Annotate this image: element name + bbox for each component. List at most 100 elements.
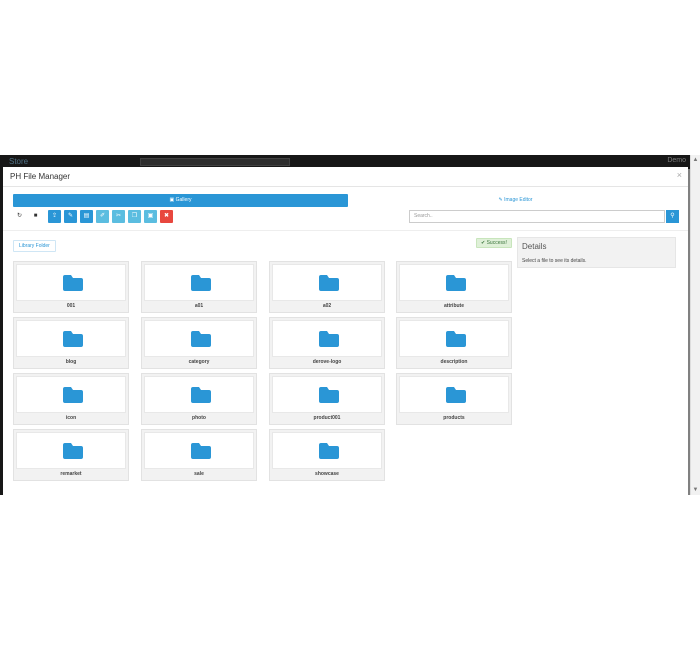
tab-gallery-label: Gallery <box>175 197 192 203</box>
folder-label: sale <box>194 471 204 477</box>
folder-icon <box>63 331 83 347</box>
scroll-down-icon[interactable]: ▼ <box>691 485 700 495</box>
folder-label: description <box>440 359 468 365</box>
folder-icon <box>191 275 211 291</box>
close-icon[interactable]: × <box>677 170 682 180</box>
folder-icon <box>319 443 339 459</box>
page-scrollbar[interactable]: ▲ ▼ <box>690 155 700 495</box>
status-badge: ✔ Success! <box>476 238 512 248</box>
tab-image-editor[interactable]: ✎ Image Editor <box>348 194 683 207</box>
folder-item[interactable]: icon <box>13 373 129 425</box>
folder-thumbnail <box>144 264 254 301</box>
folder-thumbnail <box>144 320 254 357</box>
folder-label: remarket <box>60 471 82 477</box>
folder-thumbnail <box>16 432 126 469</box>
folder-item[interactable]: showcase <box>269 429 385 481</box>
edit-icon: ✎ <box>67 213 74 219</box>
folder-icon <box>191 387 211 403</box>
details-text: Select a file to see its details. <box>522 258 587 264</box>
folder-label: attribute <box>444 303 464 309</box>
folder-icon <box>446 275 466 291</box>
paste-button[interactable]: ▣ <box>144 210 157 223</box>
folder-label: category <box>188 359 210 365</box>
folder-icon <box>319 275 339 291</box>
folder-item[interactable]: product001 <box>269 373 385 425</box>
folder-label: 001 <box>66 303 76 309</box>
folder-thumbnail <box>272 320 382 357</box>
folder-label: products <box>443 415 465 421</box>
folder-thumbnail <box>16 320 126 357</box>
folder-icon <box>446 387 466 403</box>
folder-icon <box>191 443 211 459</box>
folder-thumbnail <box>399 320 509 357</box>
folder-icon <box>446 331 466 347</box>
modal-title: PH File Manager <box>10 172 71 181</box>
folder-thumbnail <box>16 264 126 301</box>
divider <box>3 230 688 231</box>
search-button[interactable]: ⚲ <box>666 210 679 223</box>
screen: Store Demo ▲ ▼ PH File Manager × ▣ Galle… <box>0 0 700 650</box>
folder-thumbnail <box>272 264 382 301</box>
folder-thumbnail <box>16 376 126 413</box>
folder-icon <box>63 275 83 291</box>
trash-icon: ✖ <box>163 213 170 219</box>
file-manager-modal: PH File Manager × ▣ Gallery ✎ Image Edit… <box>3 167 688 495</box>
upload-icon: ⇪ <box>51 213 58 219</box>
folder-icon <box>63 387 83 403</box>
folder-label: photo <box>192 415 206 421</box>
folder-label: showcase <box>315 471 339 477</box>
folder-icon <box>191 331 211 347</box>
scroll-up-icon[interactable]: ▲ <box>691 155 700 165</box>
folder-thumbnail <box>144 432 254 469</box>
folder-item[interactable]: photo <box>141 373 257 425</box>
folder-thumbnail <box>144 376 254 413</box>
refresh-icon: ↻ <box>16 213 23 219</box>
folder-label: a01 <box>194 303 204 309</box>
folder-label: derove-logo <box>312 359 342 365</box>
folder-label: icon <box>65 415 77 421</box>
copy-button[interactable]: ❐ <box>128 210 141 223</box>
folder-thumbnail <box>272 376 382 413</box>
status-text: Success! <box>486 240 507 246</box>
search-input[interactable]: Search.. <box>409 210 665 223</box>
new-folder-button[interactable]: ■ <box>29 210 42 223</box>
library-folder-button[interactable]: Library Folder <box>13 240 56 252</box>
folder-icon <box>63 443 83 459</box>
folder-item[interactable]: derove-logo <box>269 317 385 369</box>
folder-item[interactable]: blog <box>13 317 129 369</box>
search-icon: ⚲ <box>670 213 675 219</box>
folder-icon <box>319 387 339 403</box>
folder-thumbnail <box>399 264 509 301</box>
folder-item[interactable]: attribute <box>396 261 512 313</box>
scissors-icon: ✂ <box>115 213 122 219</box>
folder-label: blog <box>65 359 77 365</box>
folder-item[interactable]: description <box>396 317 512 369</box>
edit-button[interactable]: ✎ <box>64 210 77 223</box>
folder-icon: ■ <box>33 213 38 219</box>
folder-item[interactable]: sale <box>141 429 257 481</box>
folder-item[interactable]: category <box>141 317 257 369</box>
folder-thumbnail <box>272 432 382 469</box>
folder-item[interactable]: a02 <box>269 261 385 313</box>
folder-item[interactable]: 001 <box>13 261 129 313</box>
tab-gallery[interactable]: ▣ Gallery <box>13 194 348 207</box>
file-button[interactable]: ▤ <box>80 210 93 223</box>
refresh-button[interactable]: ↻ <box>13 210 26 223</box>
pencil-icon: ✐ <box>99 213 106 219</box>
details-panel: Details Select a file to see its details… <box>517 237 676 268</box>
folder-item[interactable]: remarket <box>13 429 129 481</box>
cut-button[interactable]: ✂ <box>112 210 125 223</box>
upload-button[interactable]: ⇪ <box>48 210 61 223</box>
folder-item[interactable]: a01 <box>141 261 257 313</box>
details-title: Details <box>522 242 547 251</box>
folder-label: product001 <box>313 415 341 421</box>
delete-button[interactable]: ✖ <box>160 210 173 223</box>
tab-image-editor-label: Image Editor <box>504 197 533 203</box>
folder-item[interactable]: products <box>396 373 512 425</box>
rename-button[interactable]: ✐ <box>96 210 109 223</box>
file-icon: ▤ <box>83 213 90 219</box>
folder-label: a02 <box>322 303 332 309</box>
paste-icon: ▣ <box>147 213 154 219</box>
copy-icon: ❐ <box>131 213 138 219</box>
modal-header: PH File Manager × <box>3 167 688 187</box>
